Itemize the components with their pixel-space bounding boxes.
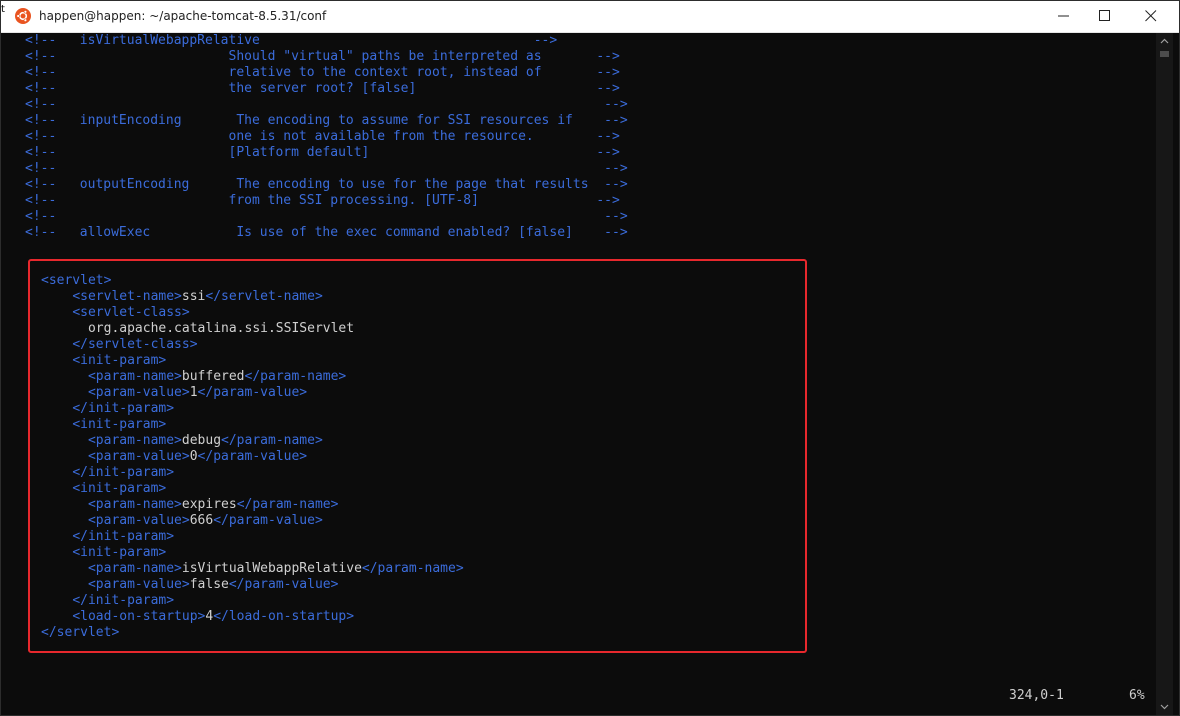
maximize-button[interactable] xyxy=(1082,1,1128,32)
title-bar[interactable]: t happen@happen: ~/apache-tomcat-8.5.31/… xyxy=(1,1,1179,33)
comment-line: <!-- inputEncoding The encoding to assum… xyxy=(25,113,628,128)
scroll-percent: 6% xyxy=(1129,688,1145,703)
comment-line: <!-- allowExec Is use of the exec comman… xyxy=(25,225,628,240)
highlight-box xyxy=(28,259,807,653)
close-button[interactable] xyxy=(1128,1,1174,32)
comment-line: <!-- --> xyxy=(25,209,628,224)
ubuntu-logo-icon xyxy=(15,8,31,24)
comment-line: <!-- outputEncoding The encoding to use … xyxy=(25,177,628,192)
close-icon xyxy=(1145,10,1157,22)
side-mark: t xyxy=(1,5,5,15)
minimize-button[interactable] xyxy=(1041,1,1087,32)
comment-line: <!-- isVirtualWebappRelative --> xyxy=(25,33,558,48)
scroll-thumb[interactable] xyxy=(1160,51,1169,57)
window-title: happen@happen: ~/apache-tomcat-8.5.31/co… xyxy=(39,9,327,23)
cursor-position: 324,0-1 xyxy=(1009,688,1064,703)
vertical-scrollbar[interactable] xyxy=(1156,33,1173,715)
terminal-window: t happen@happen: ~/apache-tomcat-8.5.31/… xyxy=(0,0,1180,716)
scroll-up-icon[interactable] xyxy=(1156,33,1173,50)
comment-line: <!-- --> xyxy=(25,161,628,176)
comment-line: <!-- the server root? [false] --> xyxy=(25,81,620,96)
comment-line: <!-- one is not available from the resou… xyxy=(25,129,620,144)
maximize-icon xyxy=(1099,10,1110,21)
comment-line: <!-- from the SSI processing. [UTF-8] --… xyxy=(25,193,620,208)
comment-line: <!-- [Platform default] --> xyxy=(25,145,620,160)
comment-line: <!-- --> xyxy=(25,97,628,112)
scroll-down-icon[interactable] xyxy=(1156,698,1173,715)
comment-line: <!-- relative to the context root, inste… xyxy=(25,65,620,80)
comment-line: <!-- Should "virtual" paths be interpret… xyxy=(25,49,620,64)
minimize-icon xyxy=(1058,15,1069,17)
